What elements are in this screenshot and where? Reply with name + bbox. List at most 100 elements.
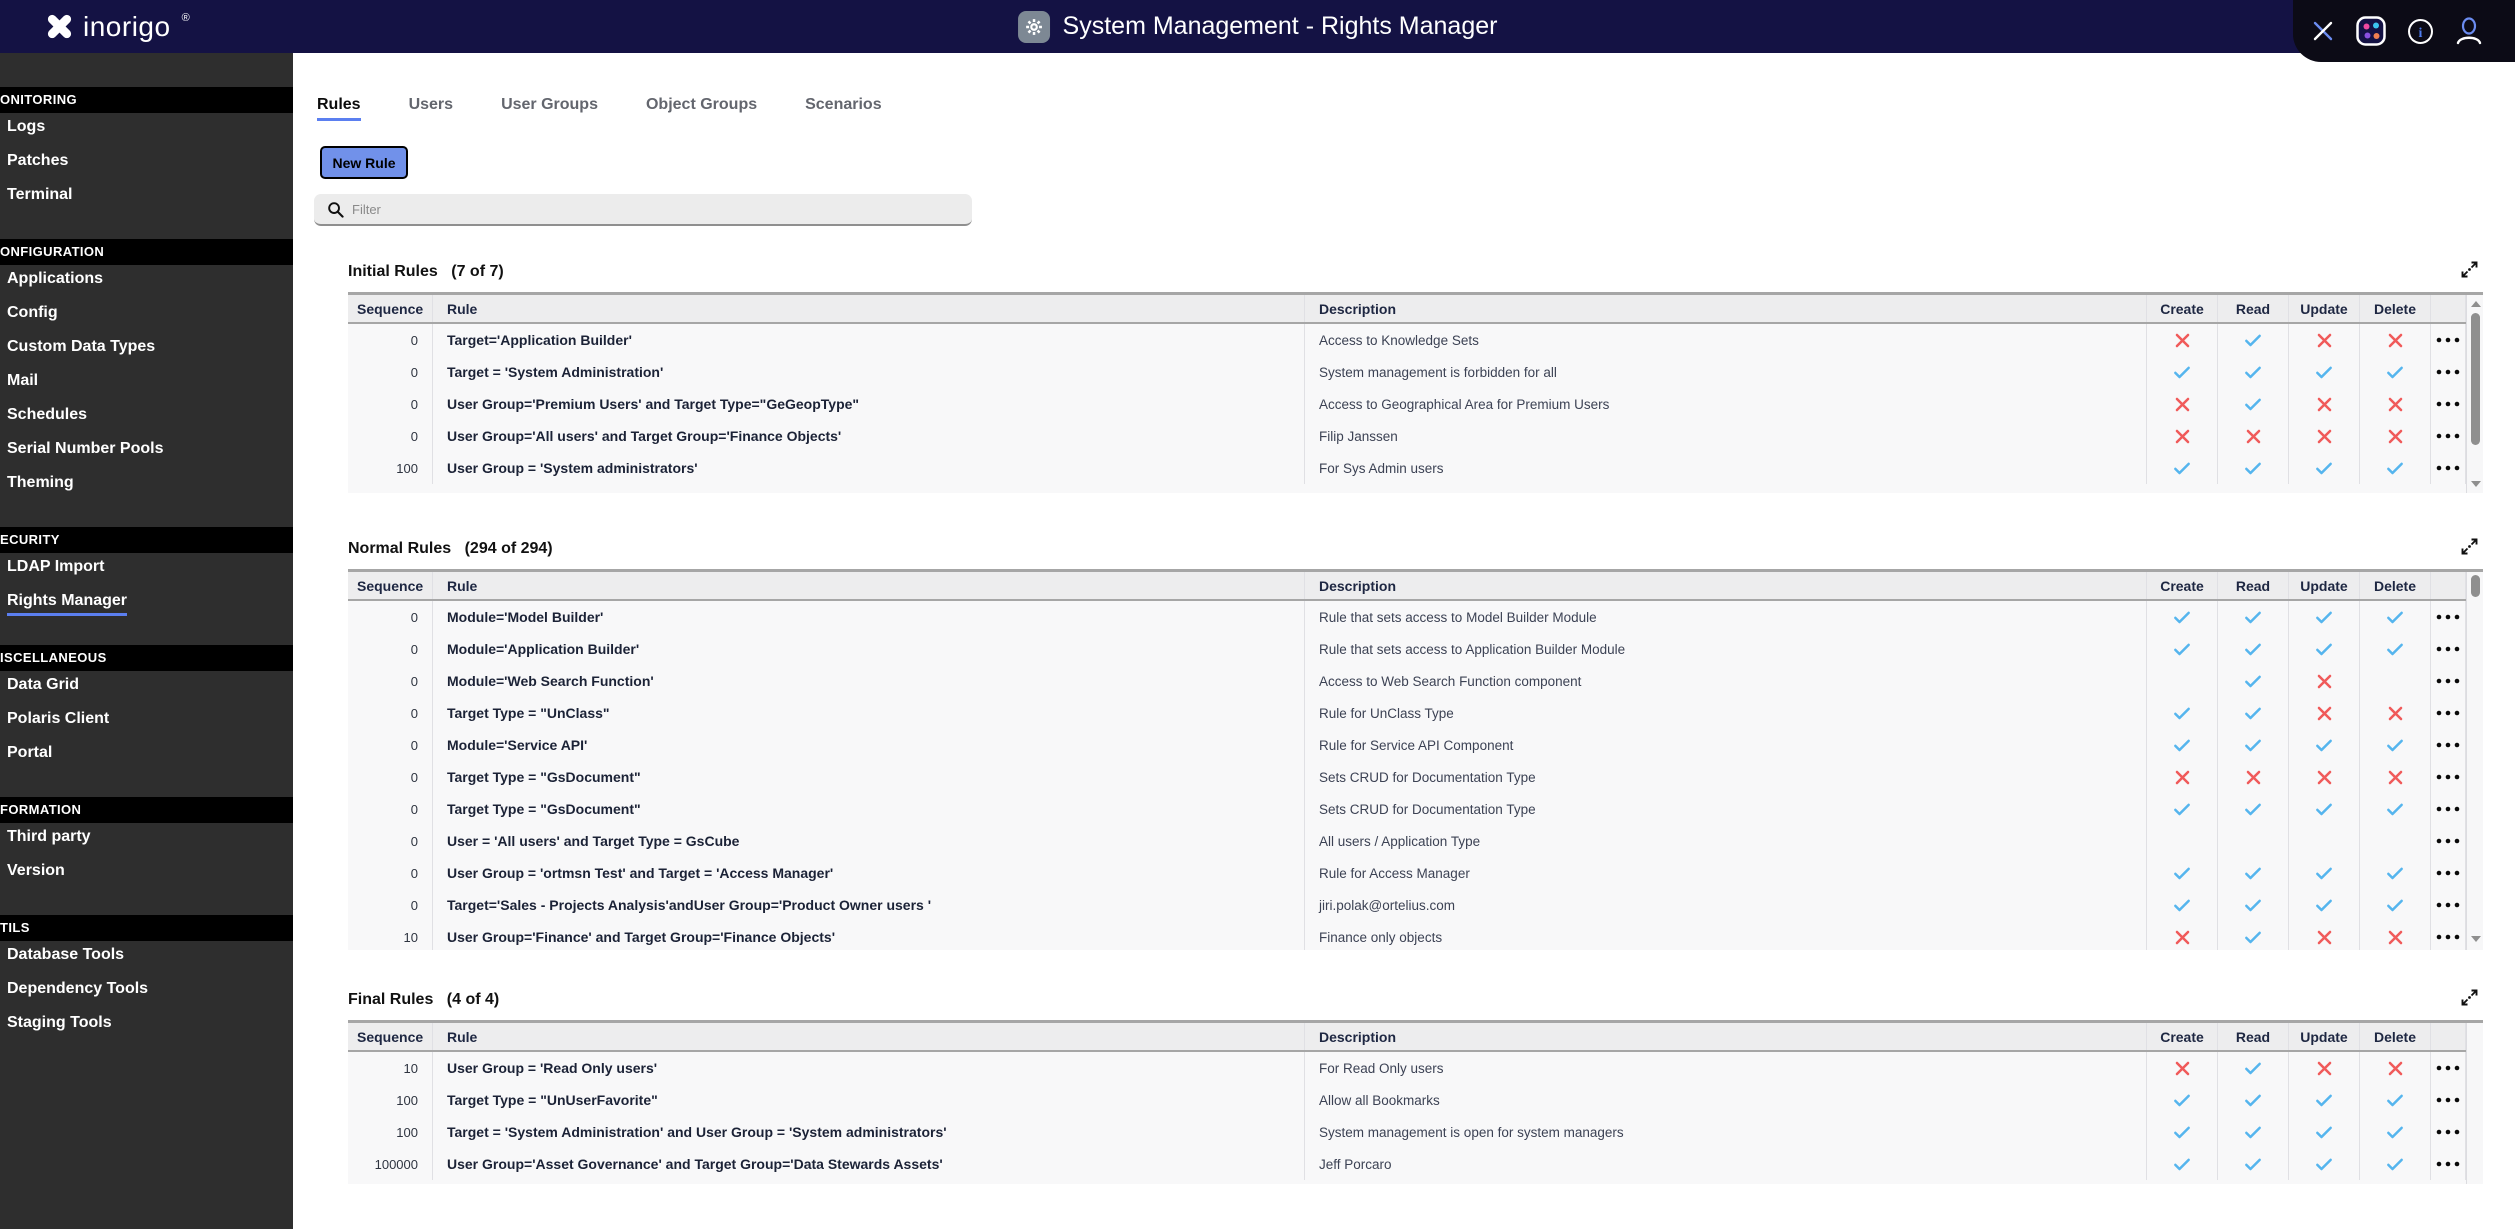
crud-cell-read[interactable] bbox=[2218, 420, 2289, 452]
crud-cell-create[interactable] bbox=[2147, 793, 2218, 825]
column-header-sequence[interactable]: Sequence bbox=[348, 295, 433, 322]
table-row[interactable]: 100 Target = 'System Administration' and… bbox=[348, 1116, 2483, 1148]
crud-cell-delete[interactable] bbox=[2360, 1084, 2431, 1116]
crud-cell-read[interactable] bbox=[2218, 452, 2289, 484]
crud-cell-create[interactable] bbox=[2147, 633, 2218, 665]
sidebar-item-portal[interactable]: Portal bbox=[0, 739, 293, 773]
sidebar-item-third-party[interactable]: Third party bbox=[0, 823, 293, 857]
table-row[interactable]: 0 User Group = 'ortmsn Test' and Target … bbox=[348, 857, 2483, 889]
row-menu-button[interactable] bbox=[2431, 1116, 2466, 1148]
row-menu-button[interactable] bbox=[2431, 889, 2466, 921]
row-menu-button[interactable] bbox=[2431, 420, 2466, 452]
row-menu-button[interactable] bbox=[2431, 729, 2466, 761]
scrollbar-thumb[interactable] bbox=[2471, 575, 2480, 597]
table-row[interactable]: 0 Module='Web Search Function' Access to… bbox=[348, 665, 2483, 697]
column-header-sequence[interactable]: Sequence bbox=[348, 1023, 433, 1050]
column-header-description[interactable]: Description bbox=[1305, 1023, 2147, 1050]
crud-cell-read[interactable] bbox=[2218, 1084, 2289, 1116]
column-header-sequence[interactable]: Sequence bbox=[348, 572, 433, 599]
table-row[interactable]: 0 Target = 'System Administration' Syste… bbox=[348, 356, 2483, 388]
crud-cell-create[interactable] bbox=[2147, 921, 2218, 950]
vertical-scrollbar[interactable] bbox=[2466, 1023, 2483, 1184]
crud-cell-read[interactable] bbox=[2218, 921, 2289, 950]
sidebar-item-data-grid[interactable]: Data Grid bbox=[0, 671, 293, 705]
crud-cell-delete[interactable] bbox=[2360, 761, 2431, 793]
crud-cell-create[interactable] bbox=[2147, 356, 2218, 388]
crud-cell-update[interactable] bbox=[2289, 1052, 2360, 1084]
table-row[interactable]: 0 Target='Sales - Projects Analysis'andU… bbox=[348, 889, 2483, 921]
crud-cell-read[interactable] bbox=[2218, 889, 2289, 921]
crud-cell-delete[interactable] bbox=[2360, 324, 2431, 356]
sidebar-item-config[interactable]: Config bbox=[0, 299, 293, 333]
column-header-description[interactable]: Description bbox=[1305, 572, 2147, 599]
crud-cell-delete[interactable] bbox=[2360, 420, 2431, 452]
row-menu-button[interactable] bbox=[2431, 356, 2466, 388]
crud-cell-delete[interactable] bbox=[2360, 921, 2431, 950]
crud-cell-update[interactable] bbox=[2289, 1116, 2360, 1148]
table-row[interactable]: 0 User = 'All users' and Target Type = G… bbox=[348, 825, 2483, 857]
filter-input[interactable] bbox=[352, 201, 972, 217]
expand-section-button[interactable] bbox=[2457, 987, 2481, 1011]
sidebar-item-rights-manager[interactable]: Rights Manager bbox=[0, 587, 293, 621]
crud-cell-create[interactable] bbox=[2147, 388, 2218, 420]
crud-cell-update[interactable] bbox=[2289, 452, 2360, 484]
scroll-down-arrow[interactable] bbox=[2471, 481, 2481, 487]
sidebar-item-mail[interactable]: Mail bbox=[0, 367, 293, 401]
crud-cell-update[interactable] bbox=[2289, 761, 2360, 793]
table-row[interactable]: 10 User Group = 'Read Only users' For Re… bbox=[348, 1052, 2483, 1084]
crud-cell-read[interactable] bbox=[2218, 1116, 2289, 1148]
column-header-read[interactable]: Read bbox=[2218, 1023, 2289, 1050]
table-row[interactable]: 0 Target Type = "UnClass" Rule for UnCla… bbox=[348, 697, 2483, 729]
crud-cell-delete[interactable] bbox=[2360, 857, 2431, 889]
expand-section-button[interactable] bbox=[2457, 259, 2481, 283]
crud-cell-update[interactable] bbox=[2289, 857, 2360, 889]
sidebar-item-logs[interactable]: Logs bbox=[0, 113, 293, 147]
crud-cell-delete[interactable] bbox=[2360, 889, 2431, 921]
vertical-scrollbar[interactable] bbox=[2466, 572, 2483, 950]
table-row[interactable]: 0 Target='Application Builder' Access to… bbox=[348, 324, 2483, 356]
sidebar-item-polaris-client[interactable]: Polaris Client bbox=[0, 705, 293, 739]
crud-cell-update[interactable] bbox=[2289, 388, 2360, 420]
row-menu-button[interactable] bbox=[2431, 665, 2466, 697]
app-launcher-icon[interactable] bbox=[2356, 16, 2386, 46]
crud-cell-read[interactable] bbox=[2218, 761, 2289, 793]
sidebar-item-applications[interactable]: Applications bbox=[0, 265, 293, 299]
crud-cell-create[interactable] bbox=[2147, 697, 2218, 729]
crud-cell-update[interactable] bbox=[2289, 729, 2360, 761]
crud-cell-delete[interactable] bbox=[2360, 356, 2431, 388]
column-header-read[interactable]: Read bbox=[2218, 295, 2289, 322]
sidebar-item-custom-data-types[interactable]: Custom Data Types bbox=[0, 333, 293, 367]
crud-cell-read[interactable] bbox=[2218, 1052, 2289, 1084]
column-header-rule[interactable]: Rule bbox=[433, 1023, 1305, 1050]
crud-cell-delete[interactable] bbox=[2360, 601, 2431, 633]
crud-cell-delete[interactable] bbox=[2360, 665, 2431, 697]
sidebar-item-version[interactable]: Version bbox=[0, 857, 293, 891]
sidebar-item-theming[interactable]: Theming bbox=[0, 469, 293, 503]
crud-cell-read[interactable] bbox=[2218, 324, 2289, 356]
column-header-update[interactable]: Update bbox=[2289, 572, 2360, 599]
table-row[interactable]: 0 Module='Service API' Rule for Service … bbox=[348, 729, 2483, 761]
row-menu-button[interactable] bbox=[2431, 1052, 2466, 1084]
row-menu-button[interactable] bbox=[2431, 633, 2466, 665]
crud-cell-read[interactable] bbox=[2218, 857, 2289, 889]
crud-cell-update[interactable] bbox=[2289, 356, 2360, 388]
table-row[interactable]: 0 User Group='Premium Users' and Target … bbox=[348, 388, 2483, 420]
crud-cell-update[interactable] bbox=[2289, 825, 2360, 857]
crud-cell-update[interactable] bbox=[2289, 1148, 2360, 1180]
crud-cell-delete[interactable] bbox=[2360, 633, 2431, 665]
tab-scenarios[interactable]: Scenarios bbox=[805, 96, 881, 121]
column-header-rule[interactable]: Rule bbox=[433, 295, 1305, 322]
crud-cell-read[interactable] bbox=[2218, 665, 2289, 697]
column-header-create[interactable]: Create bbox=[2147, 1023, 2218, 1050]
sidebar-item-terminal[interactable]: Terminal bbox=[0, 181, 293, 215]
column-header-create[interactable]: Create bbox=[2147, 295, 2218, 322]
crud-cell-create[interactable] bbox=[2147, 1052, 2218, 1084]
expand-section-button[interactable] bbox=[2457, 536, 2481, 560]
crud-cell-delete[interactable] bbox=[2360, 825, 2431, 857]
row-menu-button[interactable] bbox=[2431, 857, 2466, 889]
crud-cell-update[interactable] bbox=[2289, 889, 2360, 921]
table-row[interactable]: 0 Target Type = "GsDocument" Sets CRUD f… bbox=[348, 793, 2483, 825]
sidebar-item-dependency-tools[interactable]: Dependency Tools bbox=[0, 975, 293, 1009]
row-menu-button[interactable] bbox=[2431, 697, 2466, 729]
row-menu-button[interactable] bbox=[2431, 793, 2466, 825]
